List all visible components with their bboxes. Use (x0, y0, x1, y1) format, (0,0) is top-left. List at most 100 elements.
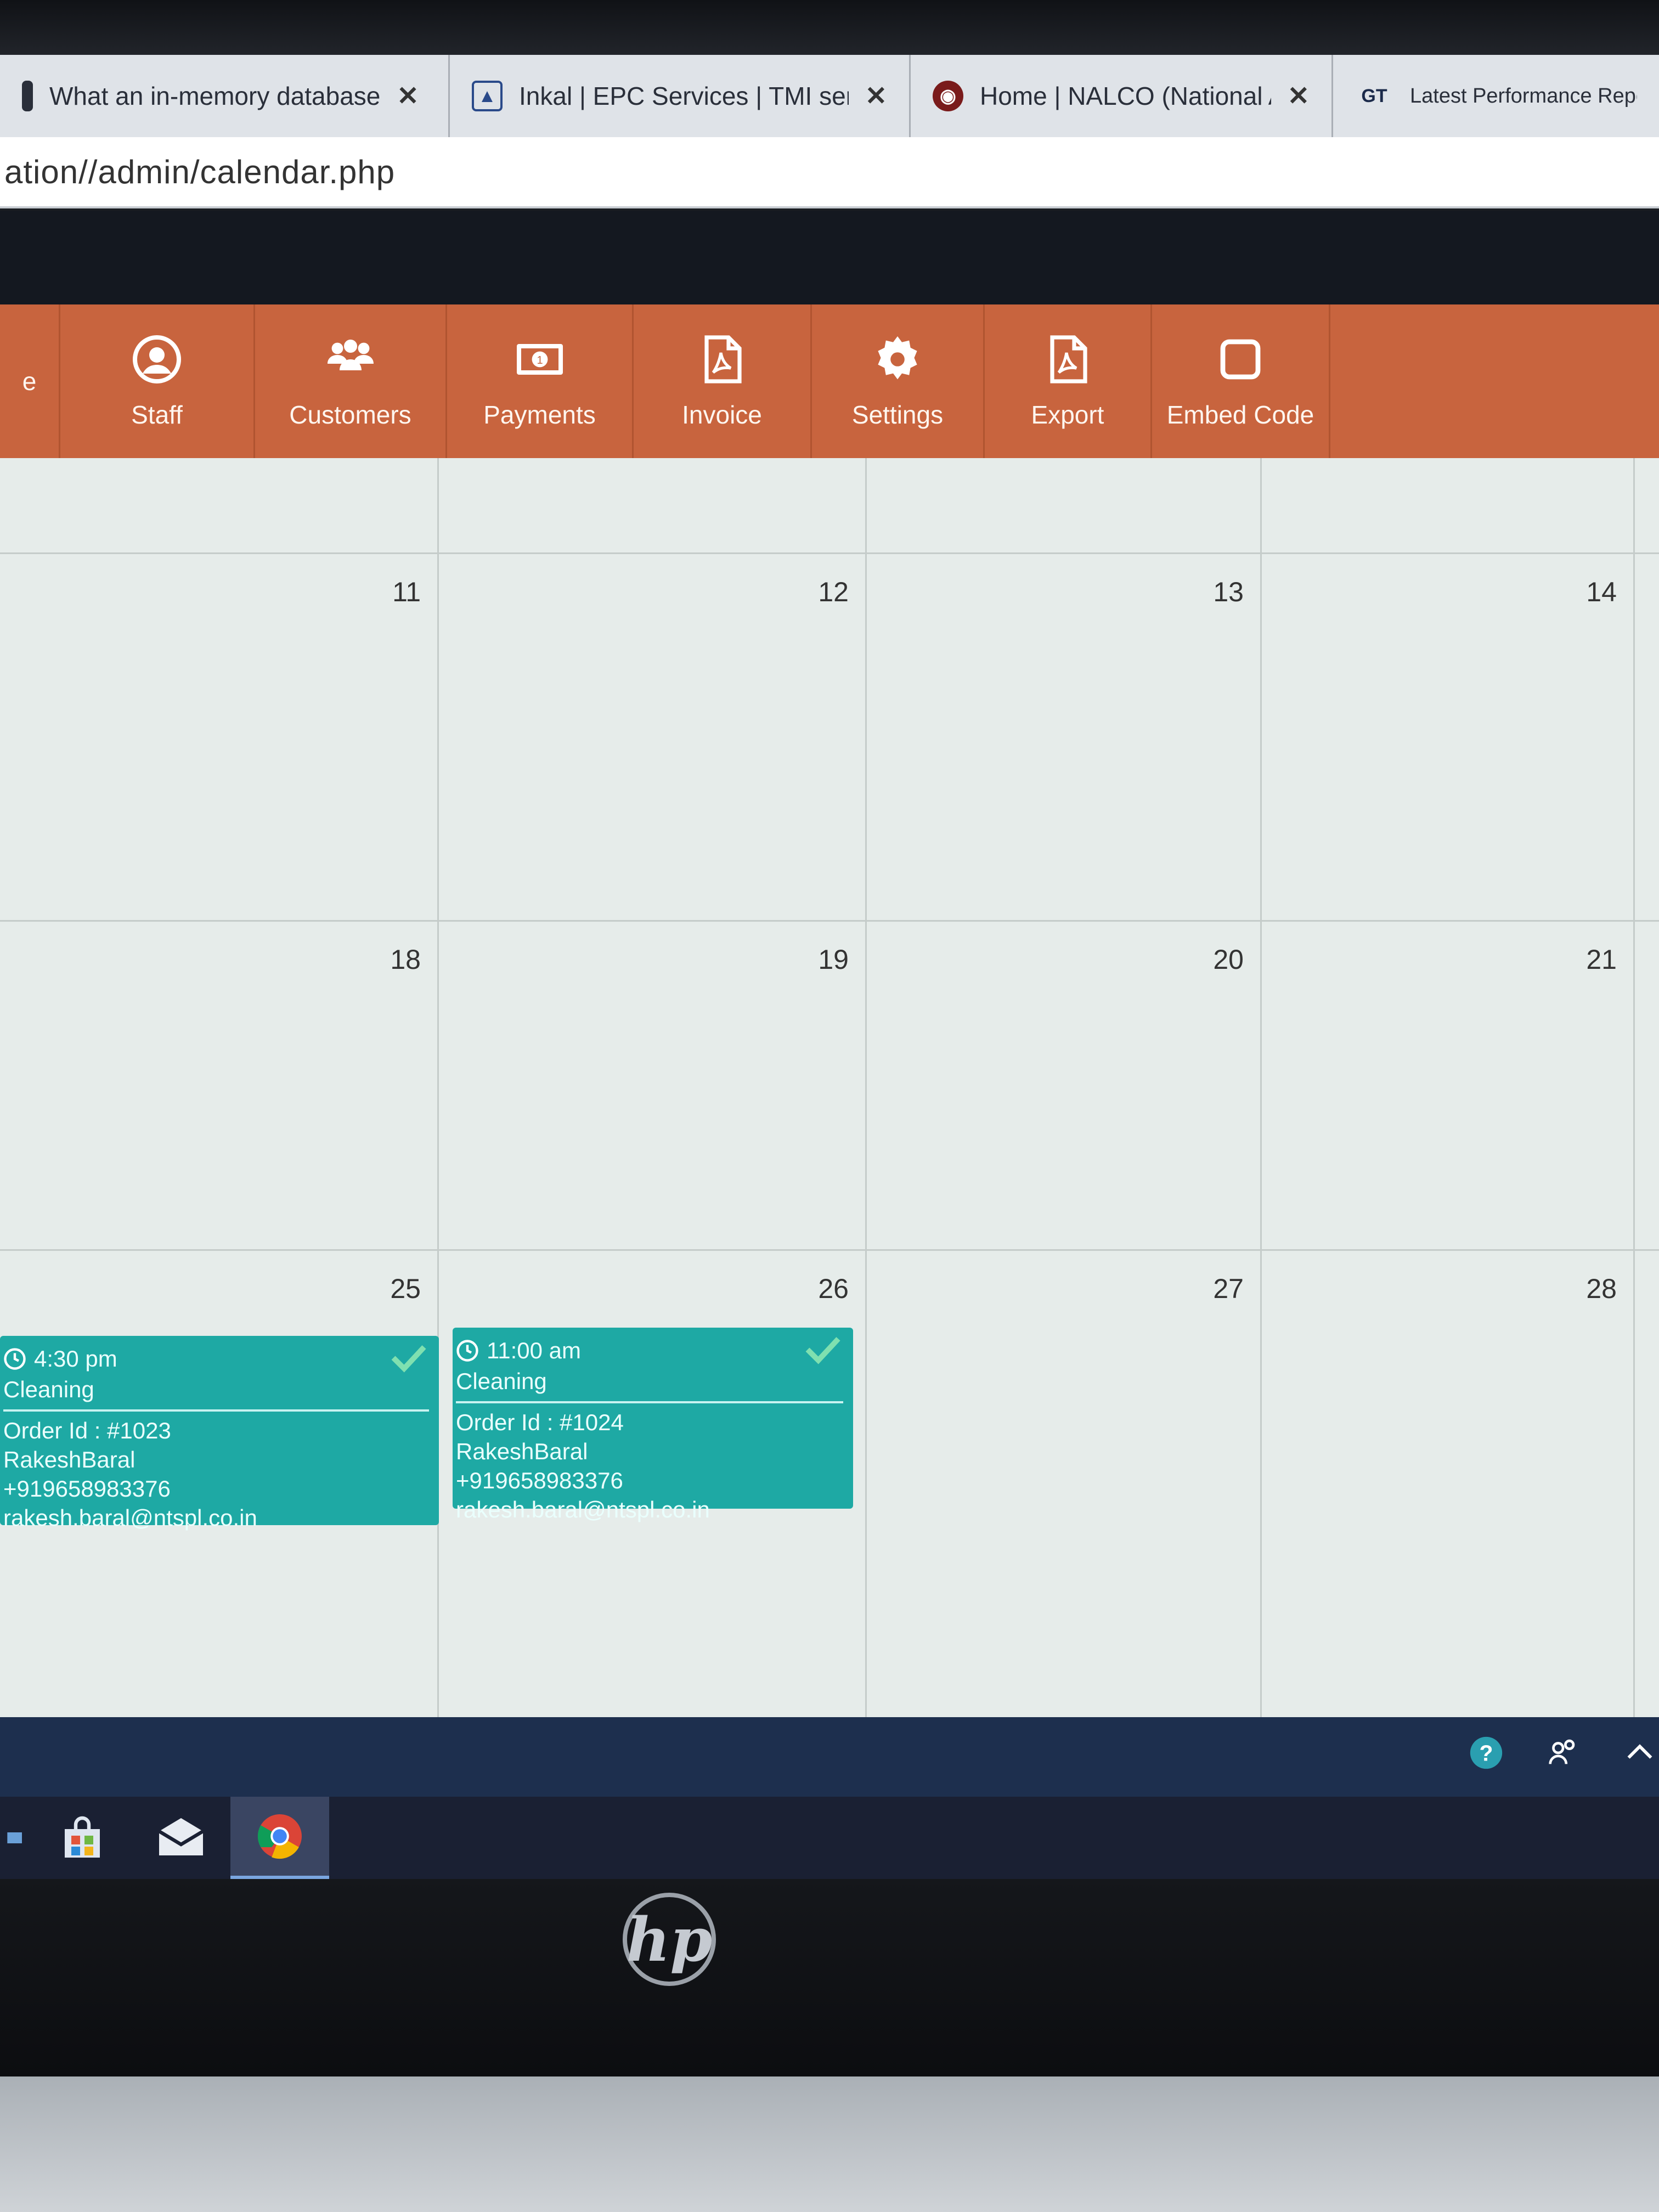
banknote-icon: 1 (516, 344, 563, 375)
tray-icons: ? (1467, 1734, 1659, 1772)
nav-label: Settings (851, 400, 944, 429)
event-email: rakesh.baral@ntspl.co.in (456, 1497, 710, 1522)
nav-item-embed-code[interactable]: Embed Code (1152, 304, 1330, 458)
nav-label: Invoice (682, 400, 762, 429)
taskbar (0, 1797, 1659, 1879)
calendar-day-cell[interactable] (0, 458, 439, 552)
nav-item-export[interactable]: Export (985, 304, 1152, 458)
day-number: 27 (1213, 1273, 1244, 1304)
close-tab-icon[interactable]: ✕ (865, 81, 887, 111)
taskbar-store[interactable] (33, 1797, 132, 1879)
check-icon (805, 1337, 840, 1364)
taskbar-app[interactable] (0, 1797, 33, 1879)
tab-title: What an in-memory database (49, 82, 381, 110)
calendar-week-row (0, 458, 1659, 554)
calendar-day-cell[interactable] (1262, 458, 1635, 552)
calendar-day-cell[interactable]: 19 (439, 922, 867, 1249)
chevron-up-icon[interactable] (1621, 1734, 1659, 1772)
tab-title: Latest Performance Report for (1410, 84, 1637, 108)
nav-item-payments[interactable]: 1 Payments (447, 304, 634, 458)
chrome-icon (257, 1814, 302, 1859)
day-number: 13 (1213, 577, 1244, 607)
event-order-id: Order Id : #1023 (3, 1418, 171, 1443)
nav-item-settings[interactable]: Settings (812, 304, 985, 458)
inkal-logo-icon: ▲ (472, 81, 503, 111)
user-circle-icon (133, 335, 181, 383)
day-number: 20 (1213, 944, 1244, 975)
gt-logo-icon: GT (1361, 85, 1387, 106)
day-number: 21 (1586, 944, 1617, 975)
square-icon (1220, 339, 1261, 380)
nav-item-invoice[interactable]: Invoice (634, 304, 812, 458)
booking-event[interactable]: 4:30 pm Cleaning Order Id : #1023 Rakesh… (0, 1336, 439, 1531)
tab-title: Inkal | EPC Services | TMI servic (519, 82, 849, 110)
day-number: 12 (818, 577, 849, 607)
browser-tab[interactable]: What an in-memory database ✕ (0, 55, 450, 137)
desk-surface (0, 2076, 1659, 2212)
people-icon[interactable] (1544, 1734, 1582, 1772)
event-order-id: Order Id : #1024 (456, 1409, 624, 1435)
pdf-icon (1050, 335, 1087, 383)
event-customer: RakeshBaral (3, 1447, 136, 1472)
nav-item-cut-off[interactable]: e (0, 304, 60, 458)
nav-item-customers[interactable]: Customers (255, 304, 447, 458)
screen-bezel-top (0, 0, 1659, 60)
pdf-icon (704, 335, 742, 383)
event-phone: +919658983376 (456, 1468, 623, 1493)
address-bar[interactable]: ation//admin/calendar.php (0, 137, 1659, 208)
browser-tab[interactable]: GT Latest Performance Report for (1333, 55, 1659, 137)
nav-label: Embed Code (1166, 400, 1314, 429)
day-number: 11 (392, 577, 421, 607)
users-group-icon (327, 340, 374, 370)
help-icon[interactable]: ? (1467, 1734, 1505, 1772)
calendar-day-cell[interactable] (1635, 1251, 1659, 1736)
day-number: 25 (390, 1273, 421, 1304)
calendar-week-row: 18 19 20 21 (0, 922, 1659, 1251)
calendar-day-cell[interactable]: 20 (867, 922, 1262, 1249)
booking-event[interactable]: 11:00 am Cleaning Order Id : #1024 Rakes… (453, 1328, 853, 1522)
store-icon (65, 1816, 100, 1858)
url-text: ation//admin/calendar.php (4, 153, 396, 190)
clock-icon (4, 1348, 26, 1370)
nav-label: Payments (483, 400, 596, 429)
nav-label: Export (1031, 400, 1104, 429)
browser-tab[interactable]: ▲ Inkal | EPC Services | TMI servic ✕ (450, 55, 911, 137)
nav-item-staff[interactable]: Staff (60, 304, 255, 458)
event-details: Order Id : #1023 RakeshBaral +9196589833… (3, 1412, 429, 1532)
calendar-day-cell[interactable]: 14 (1262, 554, 1635, 920)
close-tab-icon[interactable]: ✕ (1288, 81, 1310, 111)
nav-label: Customers (289, 400, 411, 429)
day-number: 19 (818, 944, 849, 975)
system-tray: ? (0, 1717, 1659, 1797)
calendar-day-cell[interactable]: 11 (0, 554, 439, 920)
event-header: 11:00 am (456, 1338, 843, 1364)
day-number: 28 (1586, 1273, 1617, 1304)
calendar-day-cell[interactable] (439, 458, 867, 552)
event-phone: +919658983376 (3, 1476, 171, 1502)
calendar-day-cell[interactable] (1635, 458, 1659, 552)
calendar-week-row: 11 12 13 14 (0, 554, 1659, 922)
close-tab-icon[interactable]: ✕ (397, 81, 419, 111)
day-number: 18 (390, 944, 421, 975)
event-service: Cleaning (3, 1376, 429, 1412)
event-header: 4:30 pm (3, 1346, 429, 1372)
nav-label: e (22, 367, 37, 396)
event-time: 4:30 pm (34, 1346, 117, 1372)
taskbar-mail[interactable] (132, 1797, 230, 1879)
calendar-day-cell[interactable] (867, 458, 1262, 552)
calendar-day-cell[interactable]: 13 (867, 554, 1262, 920)
taskbar-chrome[interactable] (230, 1797, 329, 1879)
event-time: 11:00 am (487, 1338, 581, 1363)
calendar-day-cell[interactable] (1635, 922, 1659, 1249)
browser-tab[interactable]: ◉ Home | NALCO (National Alu ✕ (911, 55, 1333, 137)
event-details: Order Id : #1024 RakeshBaral +9196589833… (456, 1403, 843, 1524)
calendar-day-cell[interactable]: 18 (0, 922, 439, 1249)
day-number: 26 (818, 1273, 849, 1304)
calendar-day-cell[interactable]: 21 (1262, 922, 1635, 1249)
calendar-day-cell[interactable]: 28 (1262, 1251, 1635, 1736)
gear-icon (878, 336, 917, 380)
calendar-day-cell[interactable]: 27 (867, 1251, 1262, 1736)
calendar-day-cell[interactable]: 12 (439, 554, 867, 920)
calendar-day-cell[interactable] (1635, 554, 1659, 920)
svg-text:?: ? (1480, 1741, 1493, 1766)
